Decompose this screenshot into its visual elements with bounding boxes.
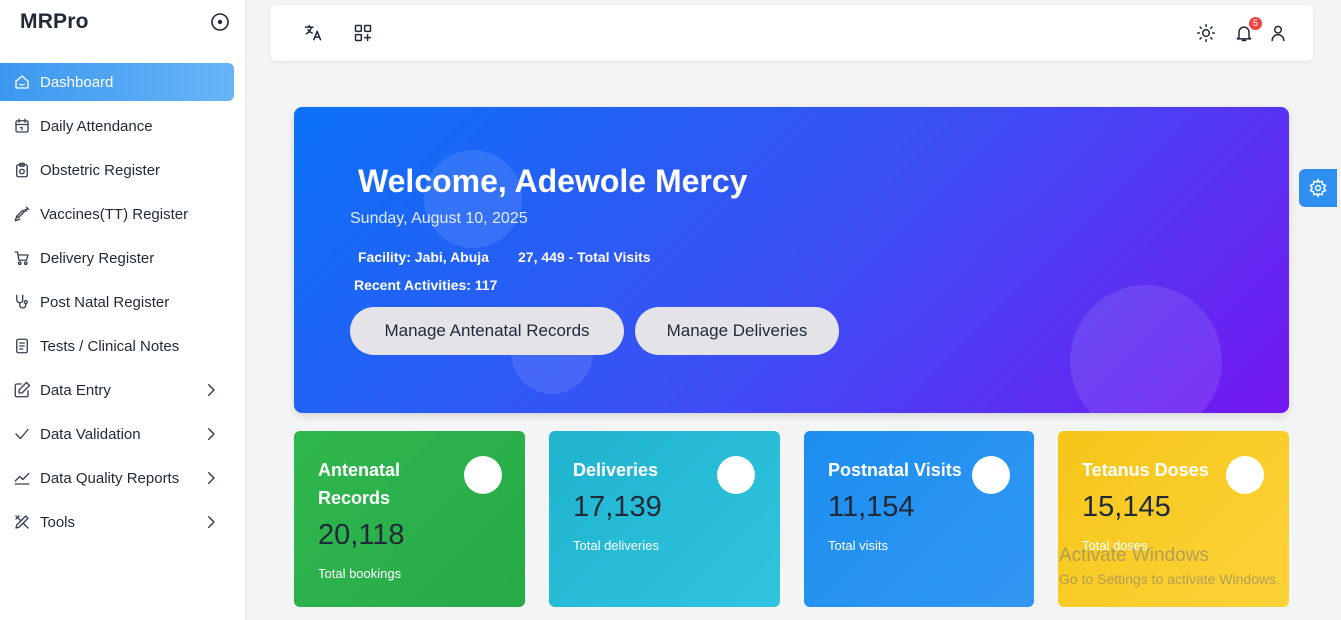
sidebar-item-delivery-register[interactable]: Delivery Register: [0, 236, 246, 280]
stat-card-antenatal[interactable]: Antenatal Records 20,118 Total bookings: [294, 431, 525, 607]
home-icon: [12, 72, 32, 92]
total-visits: 27, 449 - Total Visits: [518, 249, 651, 265]
card-value: 17,139: [573, 491, 662, 523]
stat-card-deliveries[interactable]: Deliveries 17,139 Total deliveries: [549, 431, 780, 607]
stat-card-tetanus[interactable]: Tetanus Doses 15,145 Total doses: [1058, 431, 1289, 607]
card-title: Deliveries: [573, 460, 659, 480]
card-icon: [464, 456, 502, 494]
recent-activities: Recent Activities: 117: [354, 277, 498, 293]
welcome-title: Welcome, Adewole Mercy: [358, 163, 748, 199]
chevron-right-icon[interactable]: [202, 513, 220, 531]
sidebar-item-label: Vaccines(TT) Register: [40, 205, 189, 223]
card-subtitle: Total visits: [828, 538, 888, 553]
clipboard-icon: [12, 160, 32, 180]
sidebar-item-label: Dashboard: [40, 73, 114, 91]
bell-icon[interactable]: 5: [1234, 17, 1262, 45]
sidebar-item-post-natal-register[interactable]: Post Natal Register: [0, 280, 246, 324]
sidebar-item-label: Obstetric Register: [40, 161, 161, 179]
tools-icon: [12, 512, 32, 532]
sidebar-item-obstetric-register[interactable]: Obstetric Register: [0, 148, 246, 192]
card-subtitle: Total doses: [1082, 538, 1148, 553]
sidebar-item-daily-attendance[interactable]: Daily Attendance: [0, 104, 246, 148]
decorative-bubble: [1070, 285, 1222, 413]
sidebar-item-label: Post Natal Register: [40, 293, 170, 311]
topbar: 5: [270, 5, 1313, 61]
sidebar-item-label: Data Validation: [40, 425, 141, 443]
gear-icon: [1309, 178, 1327, 198]
sidebar-item-label: Data Quality Reports: [40, 469, 180, 487]
card-icon: [1226, 456, 1264, 494]
edit-icon: [12, 380, 32, 400]
sidebar: MRPro Dashboard Daily Attendance Obstetr…: [0, 0, 246, 620]
card-value: 11,154: [828, 491, 915, 523]
sidebar-nav: Dashboard Daily Attendance Obstetric Reg…: [0, 60, 246, 544]
sidebar-item-label: Daily Attendance: [40, 117, 153, 135]
sidebar-item-label: Data Entry: [40, 381, 111, 399]
card-subtitle: Total bookings: [318, 566, 402, 581]
card-icon: [972, 456, 1010, 494]
notification-badge: 5: [1249, 17, 1262, 30]
sidebar-item-data-quality-reports[interactable]: Data Quality Reports: [0, 456, 246, 500]
sidebar-item-tests-clinical-notes[interactable]: Tests / Clinical Notes: [0, 324, 246, 368]
stat-card-postnatal[interactable]: Postnatal Visits 11,154 Total visits: [804, 431, 1034, 607]
translate-icon[interactable]: [303, 23, 325, 45]
sidebar-item-dashboard[interactable]: Dashboard: [0, 63, 234, 101]
syringe-icon: [12, 204, 32, 224]
card-value: 15,145: [1082, 491, 1171, 523]
card-title: Antenatal Records: [318, 460, 401, 508]
sidebar-item-tools[interactable]: Tools: [0, 500, 246, 544]
manage-deliveries-button[interactable]: Manage Deliveries: [635, 307, 839, 355]
stethoscope-icon: [12, 292, 32, 312]
settings-button[interactable]: [1299, 169, 1337, 207]
sidebar-item-label: Tools: [40, 513, 76, 531]
check-icon: [12, 424, 32, 444]
chevron-right-icon[interactable]: [202, 381, 220, 399]
calendar-icon: [12, 116, 32, 136]
sidebar-item-label: Tests / Clinical Notes: [40, 337, 180, 355]
notes-icon: [12, 336, 32, 356]
card-subtitle: Total deliveries: [573, 538, 659, 553]
sun-icon[interactable]: [1196, 23, 1218, 45]
apps-add-icon[interactable]: [353, 23, 375, 45]
chart-line-icon: [12, 468, 32, 488]
user-icon[interactable]: [1268, 23, 1290, 45]
sidebar-item-data-entry[interactable]: Data Entry: [0, 368, 246, 412]
card-icon: [717, 456, 755, 494]
sidebar-item-label: Delivery Register: [40, 249, 155, 267]
sidebar-item-data-validation[interactable]: Data Validation: [0, 412, 246, 456]
welcome-banner: Welcome, Adewole Mercy Sunday, August 10…: [294, 107, 1289, 413]
card-title: Postnatal Visits: [828, 460, 962, 480]
stroller-icon: [12, 248, 32, 268]
sidebar-item-vaccines-register[interactable]: Vaccines(TT) Register: [0, 192, 246, 236]
card-value: 20,118: [318, 519, 405, 551]
brand-logo[interactable]: MRPro: [20, 10, 89, 34]
chevron-right-icon[interactable]: [202, 425, 220, 443]
card-title: Tetanus Doses: [1082, 460, 1209, 480]
sidebar-toggle-icon[interactable]: [210, 12, 230, 32]
facility-info: Facility: Jabi, Abuja: [358, 249, 489, 265]
current-date: Sunday, August 10, 2025: [350, 210, 528, 227]
manage-antenatal-records-button[interactable]: Manage Antenatal Records: [350, 307, 624, 355]
chevron-right-icon[interactable]: [202, 469, 220, 487]
